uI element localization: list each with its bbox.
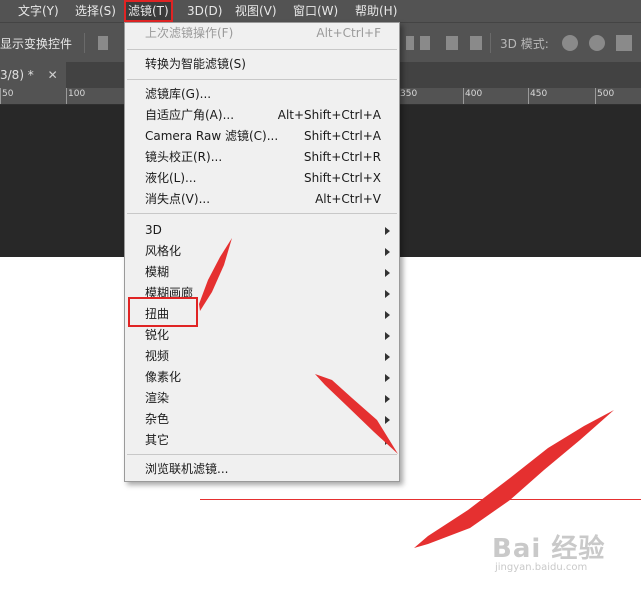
menu-filter[interactable]: 滤镜(T) <box>124 0 173 22</box>
align-top-icon[interactable] <box>98 36 108 50</box>
menu-item-camera-raw[interactable]: Camera Raw 滤镜(C)... Shift+Ctrl+A <box>125 126 399 147</box>
menu-type[interactable]: 文字(Y) <box>18 0 59 22</box>
menu-3d[interactable]: 3D(D) <box>187 0 222 22</box>
menu-item-stylize[interactable]: 风格化 <box>125 241 399 262</box>
ruler-label: 50 <box>2 89 14 99</box>
menu-bar: 文字(Y) 选择(S) 滤镜(T) 3D(D) 视图(V) 窗口(W) 帮助(H… <box>0 0 641 22</box>
menu-item-liquify[interactable]: 液化(L)... Shift+Ctrl+X <box>125 168 399 189</box>
submenu-arrow-icon <box>385 395 390 403</box>
menu-item-other[interactable]: 其它 <box>125 430 399 451</box>
watermark: Bai 经验 <box>492 534 606 564</box>
submenu-arrow-icon <box>385 437 390 445</box>
menu-help[interactable]: 帮助(H) <box>355 0 397 22</box>
menu-view[interactable]: 视图(V) <box>235 0 277 22</box>
menu-item-filter-gallery[interactable]: 滤镜库(G)... <box>125 84 399 105</box>
menu-item-adaptive-wide-angle[interactable]: 自适应广角(A)... Alt+Shift+Ctrl+A <box>125 105 399 126</box>
menu-separator <box>127 79 397 80</box>
menu-separator <box>127 49 397 50</box>
submenu-arrow-icon <box>385 290 390 298</box>
ruler-label: 400 <box>465 89 483 99</box>
ruler-label: 350 <box>400 89 418 99</box>
submenu-arrow-icon <box>385 269 390 277</box>
submenu-arrow-icon <box>385 353 390 361</box>
distribute-centers-icon[interactable] <box>446 36 458 50</box>
menu-separator <box>127 213 397 214</box>
submenu-arrow-icon <box>385 248 390 256</box>
show-transform-controls-label[interactable]: 显示变换控件 <box>0 35 72 52</box>
menu-select[interactable]: 选择(S) <box>75 0 116 22</box>
menu-item-last-filter[interactable]: 上次滤镜操作(F) Alt+Ctrl+F <box>125 23 399 44</box>
ruler-label: 450 <box>530 89 548 99</box>
separator <box>84 33 85 53</box>
submenu-arrow-icon <box>385 311 390 319</box>
submenu-arrow-icon <box>385 227 390 235</box>
watermark-url: jingyan.baidu.com <box>495 562 588 573</box>
menu-item-3d[interactable]: 3D <box>125 220 399 241</box>
submenu-arrow-icon <box>385 332 390 340</box>
document-tab-title: 3/8) * <box>0 68 34 82</box>
menu-item-pixelate[interactable]: 像素化 <box>125 367 399 388</box>
distribute-icon[interactable] <box>406 36 414 50</box>
document-tab[interactable]: 3/8) * ✕ <box>0 62 66 88</box>
ruler-label: 500 <box>597 89 615 99</box>
3d-mode-label: 3D 模式: <box>500 37 549 51</box>
menu-item-sharpen[interactable]: 锐化 <box>125 325 399 346</box>
menu-separator <box>127 454 397 455</box>
ruler-label: 100 <box>68 89 86 99</box>
menu-item-render[interactable]: 渲染 <box>125 388 399 409</box>
close-icon[interactable]: ✕ <box>48 68 58 82</box>
roll-3d-icon[interactable] <box>589 35 605 51</box>
menu-item-convert-smart-filter[interactable]: 转换为智能滤镜(S) <box>125 54 399 75</box>
pan-3d-icon[interactable] <box>616 35 632 51</box>
submenu-arrow-icon <box>385 416 390 424</box>
menu-item-video[interactable]: 视频 <box>125 346 399 367</box>
distribute-right-icon[interactable] <box>470 36 482 50</box>
menu-item-browse-online-filters[interactable]: 浏览联机滤镜... <box>125 459 399 480</box>
canvas-red-line <box>200 499 641 500</box>
submenu-arrow-icon <box>385 374 390 382</box>
menu-item-vanishing-point[interactable]: 消失点(V)... Alt+Ctrl+V <box>125 189 399 210</box>
filter-menu: 上次滤镜操作(F) Alt+Ctrl+F 转换为智能滤镜(S) 滤镜库(G)..… <box>124 22 400 482</box>
menu-item-noise[interactable]: 杂色 <box>125 409 399 430</box>
menu-item-lens-correction[interactable]: 镜头校正(R)... Shift+Ctrl+R <box>125 147 399 168</box>
distribute-horizontal-icon[interactable] <box>420 36 430 50</box>
highlight-box <box>128 297 198 327</box>
menu-window[interactable]: 窗口(W) <box>293 0 338 22</box>
orbit-3d-icon[interactable] <box>562 35 578 51</box>
separator <box>490 33 491 53</box>
menu-item-blur[interactable]: 模糊 <box>125 262 399 283</box>
